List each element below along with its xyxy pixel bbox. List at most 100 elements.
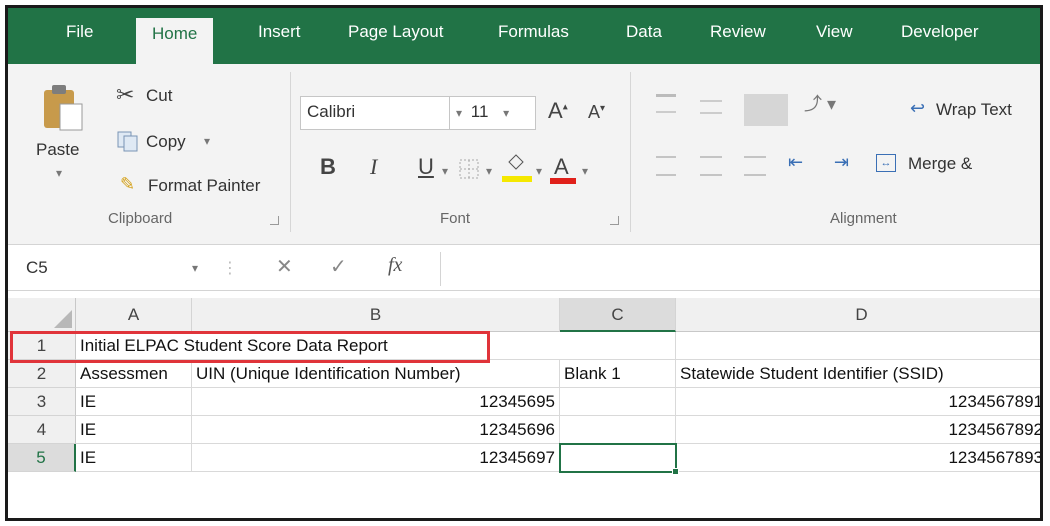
column-header-b[interactable]: B	[192, 298, 560, 332]
decrease-font-size-icon: A	[588, 102, 601, 122]
paste-button[interactable]: Paste ▾	[36, 82, 86, 192]
cell-a4[interactable]: IE	[76, 416, 192, 444]
font-name-value: Calibri	[307, 102, 356, 121]
align-right-icon[interactable]	[744, 156, 766, 176]
column-header-a[interactable]: A	[76, 298, 192, 332]
font-color-dropdown-icon[interactable]: ▾	[582, 164, 588, 178]
borders-icon[interactable]	[458, 158, 480, 180]
borders-dropdown-icon[interactable]: ▾	[486, 164, 492, 178]
cell-a2[interactable]: Assessmen	[76, 360, 192, 388]
align-left-icon[interactable]	[656, 156, 676, 176]
enter-icon[interactable]: ✓	[330, 254, 347, 279]
highlight-annotation-box	[10, 331, 490, 363]
bottom-align-icon[interactable]	[744, 94, 788, 126]
middle-align-icon[interactable]	[700, 100, 722, 114]
increase-font-size-icon: A	[548, 98, 563, 123]
cut-label: Cut	[146, 86, 173, 105]
row-header-4[interactable]: 4	[8, 416, 76, 444]
select-all-button[interactable]	[8, 298, 76, 332]
cell-b4[interactable]: 12345696	[192, 416, 560, 444]
divider	[630, 72, 631, 232]
wrap-text-label: Wrap Text	[936, 100, 1012, 119]
align-center-icon[interactable]	[700, 156, 722, 176]
cell-a3[interactable]: IE	[76, 388, 192, 416]
cell-d4[interactable]: 1234567892	[676, 416, 1040, 444]
row-header-2[interactable]: 2	[8, 360, 76, 388]
cell-c2[interactable]: Blank 1	[560, 360, 676, 388]
row-header-3[interactable]: 3	[8, 388, 76, 416]
font-name-combo[interactable]: Calibri	[300, 96, 450, 130]
merge-label: Merge &	[908, 154, 973, 173]
cell-b3[interactable]: 12345695	[192, 388, 560, 416]
top-align-icon[interactable]	[656, 94, 676, 113]
paintbrush-icon: ✎	[120, 174, 136, 194]
format-painter-label: Format Painter	[148, 176, 261, 195]
cell-d1[interactable]	[676, 332, 1040, 360]
formula-input[interactable]	[440, 252, 1040, 286]
cell-d3[interactable]: 1234567891	[676, 388, 1040, 416]
font-color-button[interactable]: A	[554, 154, 569, 180]
font-color-swatch	[550, 178, 576, 184]
wrap-text-icon: ↩	[910, 98, 926, 118]
paste-label: Paste	[36, 140, 80, 159]
copy-dropdown-icon: ▾	[204, 134, 211, 148]
tab-home[interactable]: Home	[136, 18, 214, 64]
orientation-icon[interactable]: ⤴ ▾	[804, 90, 836, 116]
decrease-font-size-button[interactable]: A▾	[588, 102, 605, 123]
insert-function-icon[interactable]: fx	[388, 254, 402, 277]
italic-button[interactable]: I	[370, 154, 377, 180]
name-box[interactable]: C5 ▾	[18, 252, 208, 286]
clipboard-launcher-icon[interactable]	[270, 216, 279, 225]
underline-button[interactable]: U	[418, 154, 434, 180]
cell-a5[interactable]: IE	[76, 444, 192, 472]
tab-data[interactable]: Data	[626, 22, 662, 42]
formula-bar: C5 ▾ ⋮ ✕ ✓ fx	[8, 248, 1040, 291]
format-painter-button[interactable]: ✎ Format Painter	[116, 174, 286, 200]
cell-c3[interactable]	[560, 388, 676, 416]
tab-page-layout[interactable]: Page Layout	[348, 22, 443, 42]
font-size-dropdown-icon: ▾	[503, 106, 510, 120]
ribbon: Paste ▾ ✂ Cut Copy ▾ ✎ Format Painter Cl…	[8, 64, 1040, 245]
cell-c4[interactable]	[560, 416, 676, 444]
row-header-5[interactable]: 5	[8, 444, 76, 472]
fill-color-dropdown-icon[interactable]: ▾	[536, 164, 542, 178]
cut-button[interactable]: ✂ Cut	[116, 82, 206, 110]
cell-d5[interactable]: 1234567893	[676, 444, 1040, 472]
tab-view[interactable]: View	[816, 22, 853, 42]
font-name-dropdown-icon: ▾	[456, 106, 463, 120]
excel-window: File Home Insert Page Layout Formulas Da…	[5, 5, 1043, 521]
column-header-d[interactable]: D	[676, 298, 1040, 332]
paste-dropdown-icon: ▾	[56, 166, 63, 180]
cancel-icon[interactable]: ✕	[276, 254, 293, 279]
active-cell-selection	[559, 443, 679, 475]
increase-font-size-button[interactable]: A▴	[548, 98, 568, 124]
cell-c1[interactable]	[560, 332, 676, 360]
tab-insert[interactable]: Insert	[258, 22, 301, 42]
column-header-c[interactable]: C	[560, 298, 676, 332]
copy-icon	[117, 131, 138, 152]
tab-developer[interactable]: Developer	[901, 22, 979, 42]
formula-bar-grip-icon: ⋮	[222, 260, 238, 277]
scissors-icon: ✂	[116, 82, 135, 107]
divider	[290, 72, 291, 232]
bold-button[interactable]: B	[320, 154, 336, 180]
cell-d2[interactable]: Statewide Student Identifier (SSID)	[676, 360, 1040, 388]
cell-b2[interactable]: UIN (Unique Identification Number)	[192, 360, 560, 388]
copy-button[interactable]: Copy ▾	[116, 130, 216, 156]
tab-formulas[interactable]: Formulas	[498, 22, 569, 42]
decrease-indent-icon[interactable]: ⇤	[788, 152, 803, 173]
merge-icon: ↔	[876, 154, 896, 172]
increase-indent-icon[interactable]: ⇥	[834, 152, 849, 173]
tab-review[interactable]: Review	[710, 22, 766, 42]
name-box-dropdown-icon: ▾	[191, 261, 198, 275]
cell-b5[interactable]: 12345697	[192, 444, 560, 472]
font-launcher-icon[interactable]	[610, 216, 619, 225]
font-size-combo[interactable]: ▾ 11 ▾	[450, 96, 536, 130]
tab-file[interactable]: File	[66, 22, 93, 42]
underline-dropdown-icon[interactable]: ▾	[442, 164, 448, 178]
font-group-label: Font	[440, 210, 471, 227]
fill-color-icon[interactable]	[504, 152, 528, 174]
copy-label: Copy	[146, 132, 186, 151]
alignment-group-label: Alignment	[830, 210, 897, 227]
name-box-value: C5	[26, 258, 48, 277]
